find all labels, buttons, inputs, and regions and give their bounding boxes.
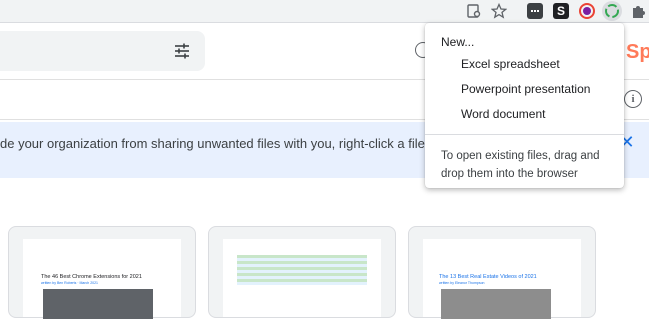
puzzle-icon[interactable]	[630, 3, 646, 19]
thumbnail-image	[43, 289, 153, 319]
menu-item-word-document[interactable]: Word document	[461, 107, 546, 121]
menu-hint-text: To open existing files, drag and drop th…	[441, 150, 600, 180]
file-card[interactable]	[208, 226, 396, 318]
star-icon[interactable]	[491, 3, 507, 19]
menu-new-heading: New...	[441, 35, 475, 49]
menu-item-powerpoint-presentation[interactable]: Powerpoint presentation	[461, 82, 590, 96]
file-thumbnail	[223, 239, 381, 317]
extension-icon-dark[interactable]	[527, 3, 543, 19]
thumbnail-title: The 13 Best Real Estate Videos of 2021	[439, 274, 537, 280]
extension-icon-color-circle[interactable]	[579, 3, 595, 19]
spreadsheet-preview	[237, 255, 367, 285]
tab-search-icon[interactable]	[466, 3, 482, 19]
file-card[interactable]: The 46 Best Chrome Extensions for 2021 w…	[8, 226, 196, 319]
file-thumbnail: The 46 Best Chrome Extensions for 2021 w…	[23, 239, 181, 319]
new-file-menu: New... Excel spreadsheet Powerpoint pres…	[425, 23, 624, 188]
tune-icon[interactable]	[173, 42, 191, 60]
menu-divider	[425, 134, 624, 135]
info-icon[interactable]: i	[624, 90, 642, 108]
banner-text: de your organization from sharing unwant…	[0, 136, 470, 151]
extension-icon-s[interactable]: S	[553, 3, 569, 19]
file-thumbnail: The 13 Best Real Estate Videos of 2021 w…	[423, 239, 581, 319]
thumbnail-image	[441, 289, 551, 319]
thumbnail-subtitle: written by Eleanor Thompson	[439, 281, 485, 285]
thumbnail-title: The 46 Best Chrome Extensions for 2021	[41, 274, 142, 280]
search-bar[interactable]	[0, 31, 205, 71]
brand-logo: Sp	[626, 41, 649, 63]
office-extension-icon[interactable]	[602, 1, 622, 21]
menu-item-excel-spreadsheet[interactable]: Excel spreadsheet	[461, 57, 560, 71]
file-card[interactable]: The 13 Best Real Estate Videos of 2021 w…	[408, 226, 596, 319]
browser-toolbar: S	[0, 0, 649, 23]
thumbnail-subtitle: written by Ben Roberts · March 2021	[41, 281, 98, 285]
